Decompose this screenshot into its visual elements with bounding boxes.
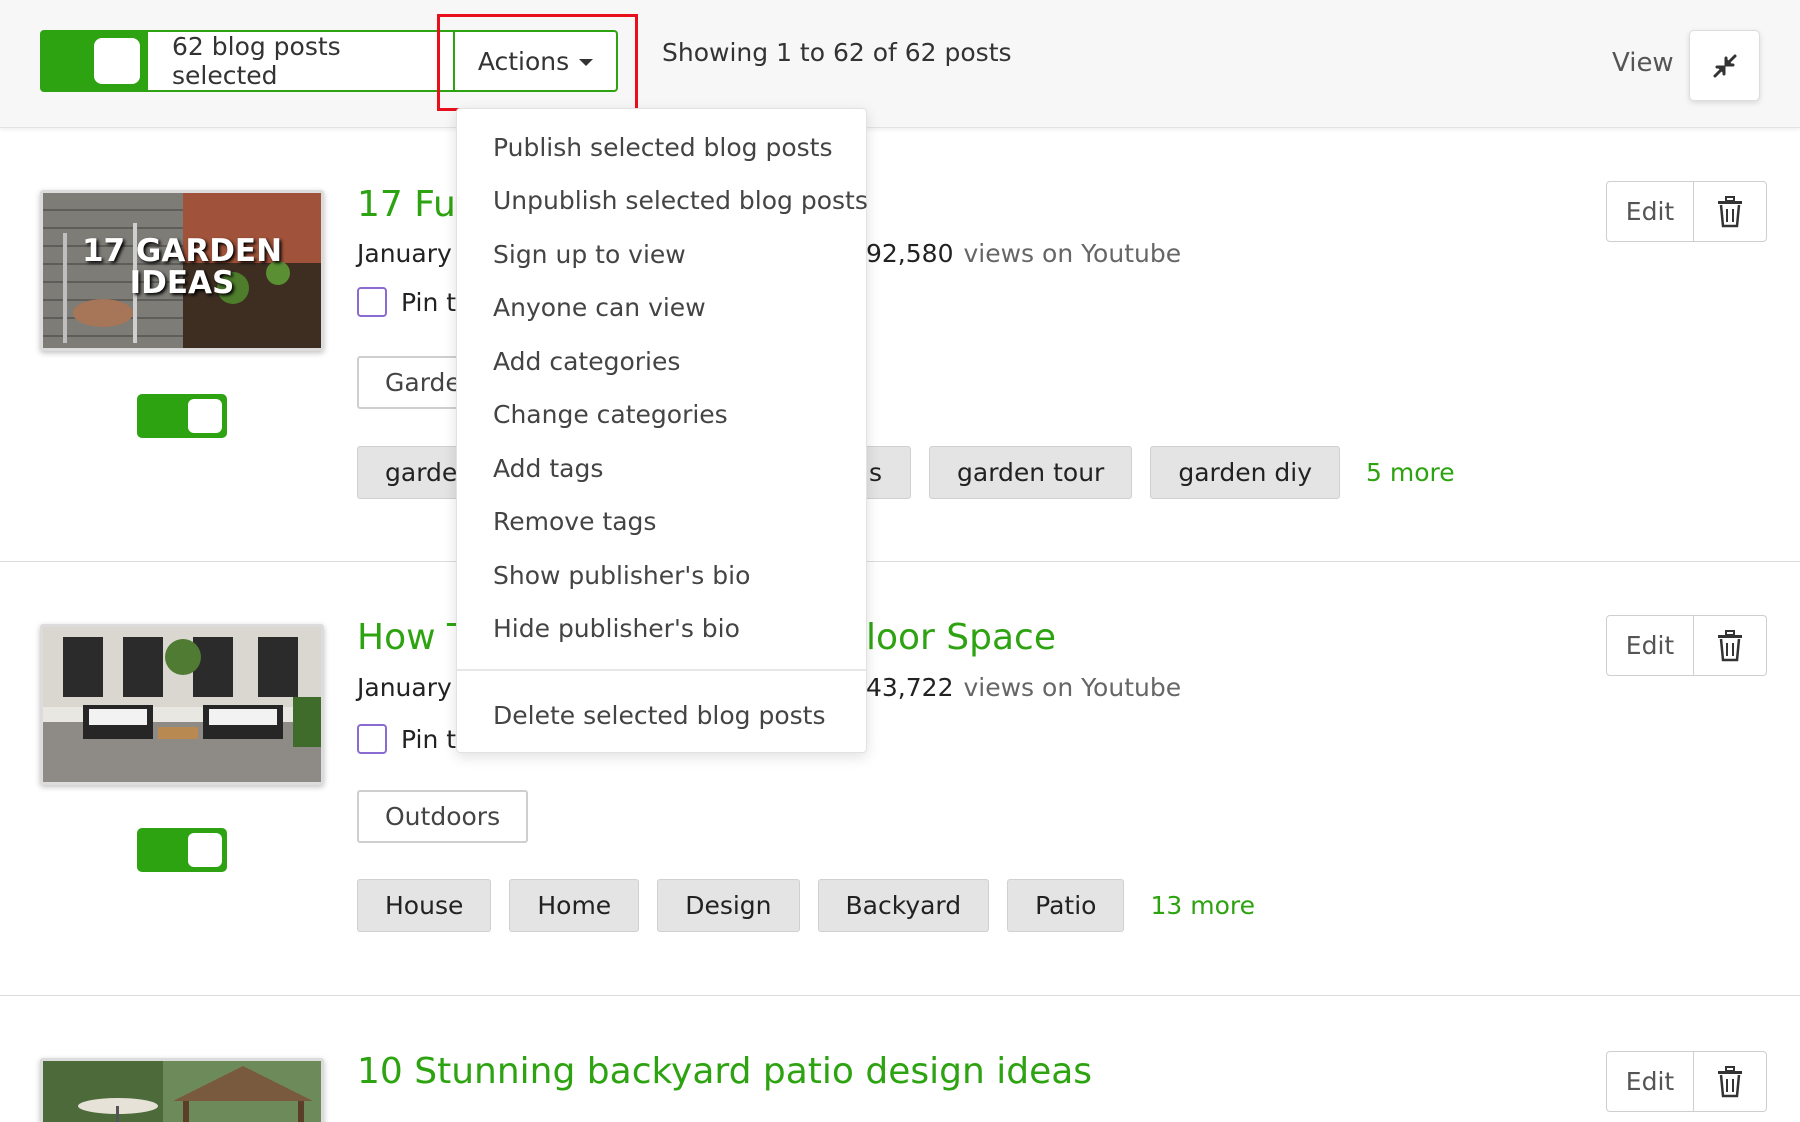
- trash-icon: [1718, 629, 1742, 661]
- bulk-actions-bar: 62 blog posts selected Actions Showing 1…: [0, 0, 1800, 128]
- menu-divider: [457, 669, 866, 671]
- tag-chip[interactable]: Design: [657, 879, 800, 932]
- youtube-views: 43,722 views on Youtube: [866, 673, 1181, 702]
- menu-item-unpublish[interactable]: Unpublish selected blog posts: [493, 186, 868, 215]
- youtube-views-label: views on Youtube: [963, 673, 1182, 702]
- backyard-patio-image: [43, 1061, 321, 1122]
- post-date: January: [357, 239, 452, 268]
- trash-icon: [1718, 1065, 1742, 1097]
- post-row: How T loor Space January 43,722 views on …: [0, 562, 1800, 996]
- more-tags-link[interactable]: 5 more: [1366, 458, 1455, 487]
- toggle-knob: [188, 399, 222, 433]
- delete-button[interactable]: [1694, 1052, 1766, 1111]
- trash-icon: [1718, 195, 1742, 227]
- post-title[interactable]: 17 Fur: [357, 184, 471, 225]
- menu-item-delete[interactable]: Delete selected blog posts: [493, 701, 826, 730]
- tag-chip[interactable]: garden diy: [1150, 446, 1341, 499]
- toggle-knob: [94, 38, 140, 84]
- select-all-toggle[interactable]: [42, 32, 148, 90]
- collapse-view-button[interactable]: [1689, 30, 1760, 101]
- actions-button-label: Actions: [477, 46, 570, 76]
- menu-item-publish[interactable]: Publish selected blog posts: [493, 133, 832, 162]
- youtube-view-count: 43,722: [866, 673, 954, 702]
- youtube-view-count: 92,580: [866, 239, 954, 268]
- menu-item-hide-bio[interactable]: Hide publisher's bio: [493, 614, 740, 643]
- thumbnail-caption: 17 GARDEN IDEAS: [81, 233, 283, 301]
- delete-button[interactable]: [1694, 182, 1766, 241]
- selected-count-label: 62 blog posts selected: [148, 32, 455, 90]
- edit-button[interactable]: Edit: [1607, 616, 1694, 675]
- edit-button[interactable]: Edit: [1607, 182, 1694, 241]
- post-thumbnail[interactable]: [40, 624, 324, 785]
- publish-toggle[interactable]: [137, 828, 227, 872]
- post-title-tail[interactable]: loor Space: [866, 617, 1056, 658]
- tag-chip[interactable]: Home: [509, 879, 640, 932]
- post-actions: Edit: [1606, 615, 1767, 676]
- menu-item-remove-tags[interactable]: Remove tags: [493, 507, 656, 536]
- toggle-knob: [188, 833, 222, 867]
- category-chip[interactable]: Outdoors: [357, 790, 529, 843]
- post-title[interactable]: How T: [357, 617, 469, 658]
- pin-checkbox[interactable]: [357, 287, 387, 317]
- pin-checkbox[interactable]: [357, 724, 387, 754]
- menu-item-anyone-can-view[interactable]: Anyone can view: [493, 293, 706, 322]
- publish-toggle[interactable]: [137, 394, 227, 438]
- actions-dropdown-menu: Publish selected blog posts Unpublish se…: [456, 108, 868, 753]
- tag-chip[interactable]: garden tour: [929, 446, 1133, 499]
- tag-chip[interactable]: Backyard: [817, 879, 990, 932]
- youtube-views-label: views on Youtube: [963, 239, 1182, 268]
- edit-button[interactable]: Edit: [1607, 1052, 1694, 1111]
- pin-label: Pin t: [401, 287, 457, 317]
- view-label: View: [1612, 48, 1674, 78]
- patio-image: [43, 627, 321, 782]
- post-row: 17 GARDEN IDEAS 17 Fur January 92,580 vie…: [0, 129, 1800, 562]
- post-thumbnail[interactable]: [40, 1058, 324, 1122]
- pin-option: Pin t: [357, 724, 456, 754]
- post-row: 10 Stunning backyard patio design ideas …: [0, 996, 1800, 1122]
- tag-chip[interactable]: Patio: [1007, 879, 1125, 932]
- menu-item-sign-up-to-view[interactable]: Sign up to view: [493, 240, 686, 269]
- tag-list: House Home Design Backyard Patio 13 more: [357, 879, 1255, 932]
- menu-item-show-bio[interactable]: Show publisher's bio: [493, 561, 750, 590]
- delete-button[interactable]: [1694, 616, 1766, 675]
- tag-chip[interactable]: House: [357, 879, 492, 932]
- post-actions: Edit: [1606, 181, 1767, 242]
- pagination-summary: Showing 1 to 62 of 62 posts: [662, 38, 1012, 67]
- menu-item-add-tags[interactable]: Add tags: [493, 454, 603, 483]
- selection-control: 62 blog posts selected Actions: [40, 30, 618, 92]
- youtube-views: 92,580 views on Youtube: [866, 239, 1181, 268]
- post-title[interactable]: 10 Stunning backyard patio design ideas: [357, 1051, 1092, 1092]
- caret-down-icon: [579, 59, 594, 66]
- post-date: January: [357, 673, 452, 702]
- actions-dropdown-button[interactable]: Actions: [455, 32, 616, 90]
- compress-arrows-icon: [1713, 54, 1736, 77]
- tag-list-right: s garden tour garden diy 5 more: [820, 446, 1455, 499]
- pin-option: Pin t: [357, 287, 456, 317]
- pin-label: Pin t: [401, 724, 457, 754]
- post-thumbnail[interactable]: 17 GARDEN IDEAS: [40, 190, 324, 351]
- menu-item-add-categories[interactable]: Add categories: [493, 347, 680, 376]
- post-actions: Edit: [1606, 1051, 1767, 1112]
- more-tags-link[interactable]: 13 more: [1150, 891, 1255, 920]
- menu-item-change-categories[interactable]: Change categories: [493, 400, 728, 429]
